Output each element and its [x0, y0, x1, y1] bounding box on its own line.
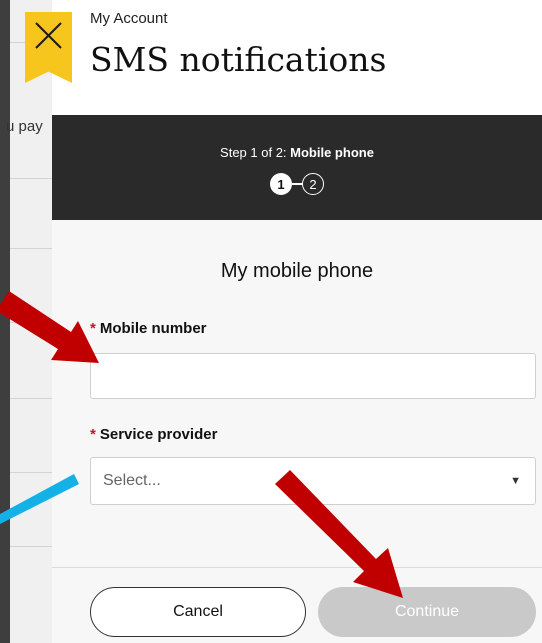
mobile-number-input[interactable] — [90, 353, 536, 399]
breadcrumb-my-account: My Account — [90, 10, 168, 27]
step-progress: 1 2 — [52, 173, 542, 195]
background-sidebar-strip — [0, 0, 10, 643]
service-provider-label-text: Service provider — [99, 426, 218, 443]
service-provider-select[interactable]: Select... ▼ — [90, 457, 536, 505]
background-partial-text: u pay — [6, 118, 43, 135]
step-prefix: Step 1 of 2: — [220, 145, 291, 160]
footer-divider — [52, 567, 542, 568]
step-1-indicator: 1 — [270, 173, 292, 195]
mobile-number-label: * Mobile number — [90, 320, 207, 337]
stepper-bar: Step 1 of 2: Mobile phone 1 2 — [52, 115, 542, 220]
section-title: My mobile phone — [220, 260, 374, 282]
service-provider-value: Select... — [103, 472, 161, 489]
step-connector — [292, 183, 302, 185]
continue-button[interactable]: Continue — [318, 587, 536, 637]
step-2-indicator: 2 — [302, 173, 324, 195]
cancel-button[interactable]: Cancel — [90, 587, 306, 637]
dropdown-caret-icon: ▼ — [510, 475, 521, 487]
page-title: SMS notifications — [90, 40, 387, 79]
mobile-number-label-text: Mobile number — [99, 320, 207, 337]
required-marker: * — [90, 426, 96, 443]
service-provider-label: * Service provider — [90, 426, 217, 443]
required-marker: * — [90, 320, 96, 337]
step-current-name: Mobile phone — [290, 145, 374, 160]
step-indicator-text: Step 1 of 2: Mobile phone — [52, 145, 542, 160]
form-area: My mobile phone * Mobile number * Service … — [52, 220, 542, 643]
close-icon — [35, 22, 62, 49]
